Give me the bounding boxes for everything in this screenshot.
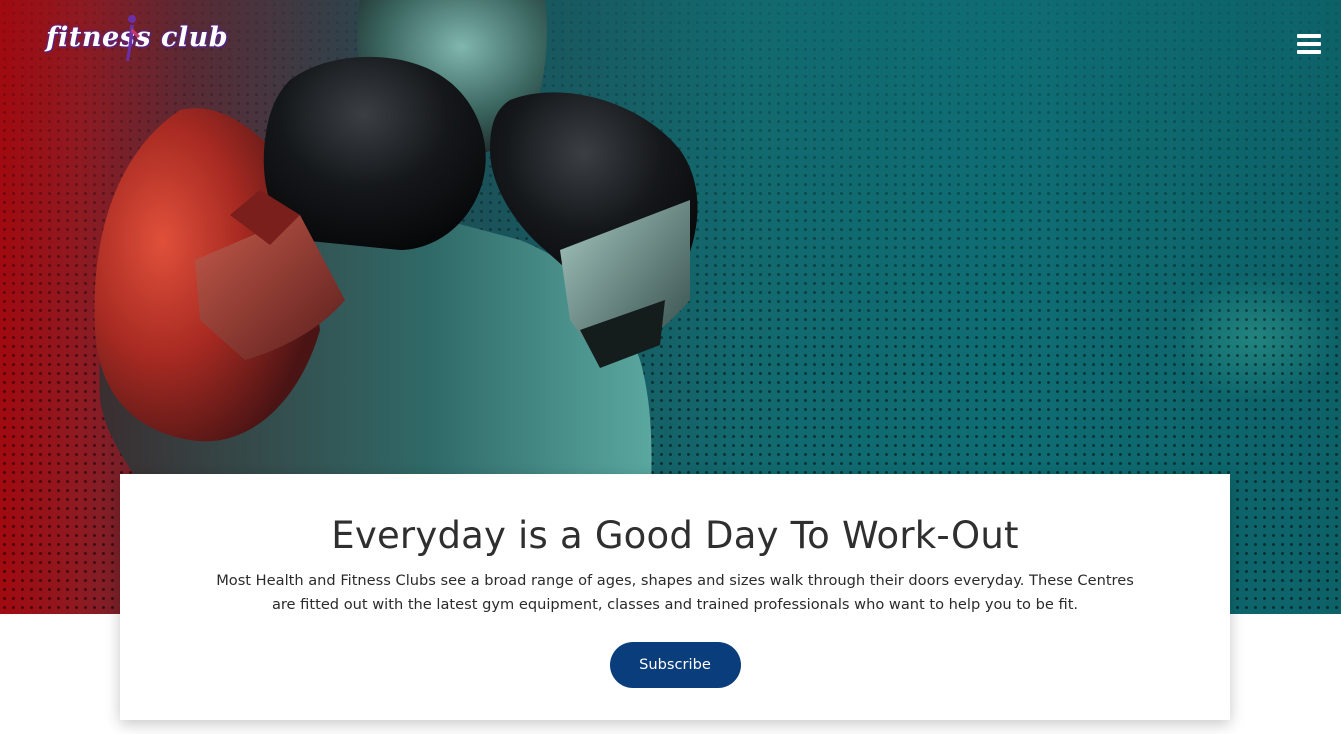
- logo-figure-icon: [126, 15, 140, 61]
- fitness-club-logo[interactable]: fitness club: [46, 15, 228, 68]
- hamburger-menu-icon[interactable]: [1297, 34, 1321, 54]
- intro-card: Everyday is a Good Day To Work-Out Most …: [120, 474, 1230, 720]
- page-title: Everyday is a Good Day To Work-Out: [331, 514, 1019, 557]
- subscribe-button[interactable]: Subscribe: [609, 642, 741, 688]
- intro-description: Most Health and Fitness Clubs see a broa…: [216, 572, 1134, 613]
